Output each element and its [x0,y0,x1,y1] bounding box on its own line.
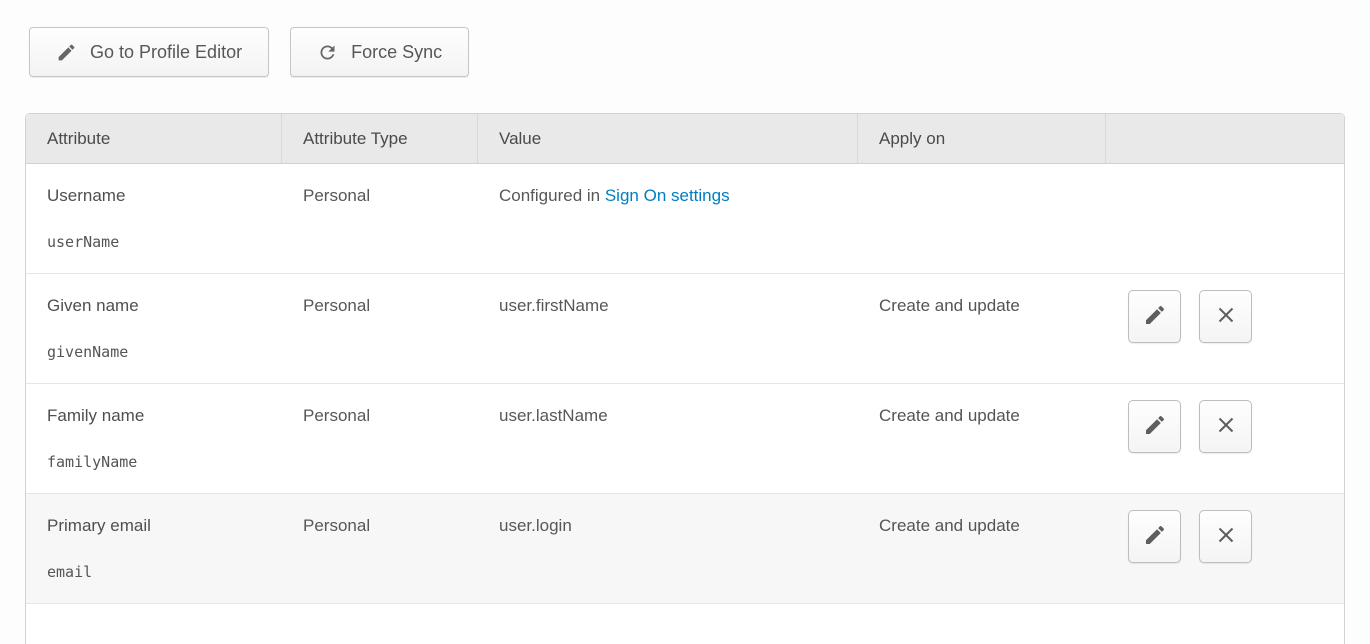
attribute-type-cell: Personal [282,384,478,493]
column-header-apply-on: Apply on [858,114,1106,163]
actions-cell [1106,164,1344,273]
column-header-attribute-type: Attribute Type [282,114,478,163]
attribute-variable-name: givenName [47,343,272,361]
table-row-partial [26,604,1344,644]
attribute-cell: Primary email email [26,494,282,603]
attribute-variable-name: familyName [47,453,272,471]
edit-attribute-button[interactable] [1128,400,1181,453]
table-row-primary-email: Primary email email Personal user.login … [26,494,1344,604]
table-row-family-name: Family name familyName Personal user.las… [26,384,1344,494]
value-prefix-text: Configured in [499,186,605,205]
attribute-cell: Given name givenName [26,274,282,383]
apply-on-cell: Create and update [858,494,1106,603]
edit-attribute-button[interactable] [1128,510,1181,563]
attribute-label: Family name [47,406,272,426]
value-cell: user.lastName [478,384,858,493]
value-cell: user.firstName [478,274,858,383]
delete-attribute-button[interactable] [1199,510,1252,563]
attribute-variable-name: email [47,563,272,581]
page: Go to Profile Editor Force Sync Attribut… [0,0,1370,644]
attribute-variable-name: userName [47,233,272,251]
attribute-mappings-table: Attribute Attribute Type Value Apply on … [25,113,1345,644]
attribute-label: Given name [47,296,272,316]
column-header-attribute: Attribute [26,114,282,163]
edit-attribute-button[interactable] [1128,290,1181,343]
actions-cell [1106,384,1344,493]
apply-on-cell: Create and update [858,384,1106,493]
delete-attribute-button[interactable] [1199,290,1252,343]
refresh-icon [317,42,338,63]
value-cell: Configured in Sign On settings [478,164,858,273]
go-to-profile-editor-label: Go to Profile Editor [90,42,242,63]
close-icon [1214,303,1238,330]
sign-on-settings-link[interactable]: Sign On settings [605,186,730,205]
attribute-type-cell: Personal [282,494,478,603]
force-sync-label: Force Sync [351,42,442,63]
force-sync-button[interactable]: Force Sync [290,27,469,77]
delete-attribute-button[interactable] [1199,400,1252,453]
apply-on-cell: Create and update [858,274,1106,383]
pencil-icon [1143,303,1167,330]
attribute-label: Primary email [47,516,272,536]
table-header: Attribute Attribute Type Value Apply on [26,114,1344,164]
toolbar: Go to Profile Editor Force Sync [0,0,1370,77]
pencil-icon [56,42,77,63]
apply-on-cell [858,164,1106,273]
column-header-value: Value [478,114,858,163]
attribute-type-cell: Personal [282,164,478,273]
table-row-username: Username userName Personal Configured in… [26,164,1344,274]
attribute-type-cell: Personal [282,274,478,383]
actions-cell [1106,274,1344,383]
go-to-profile-editor-button[interactable]: Go to Profile Editor [29,27,269,77]
pencil-icon [1143,523,1167,550]
close-icon [1214,413,1238,440]
actions-cell [1106,494,1344,603]
attribute-cell: Family name familyName [26,384,282,493]
pencil-icon [1143,413,1167,440]
column-header-actions [1106,114,1344,163]
attribute-cell: Username userName [26,164,282,273]
value-cell: user.login [478,494,858,603]
close-icon [1214,523,1238,550]
table-row-given-name: Given name givenName Personal user.first… [26,274,1344,384]
attribute-label: Username [47,186,272,206]
